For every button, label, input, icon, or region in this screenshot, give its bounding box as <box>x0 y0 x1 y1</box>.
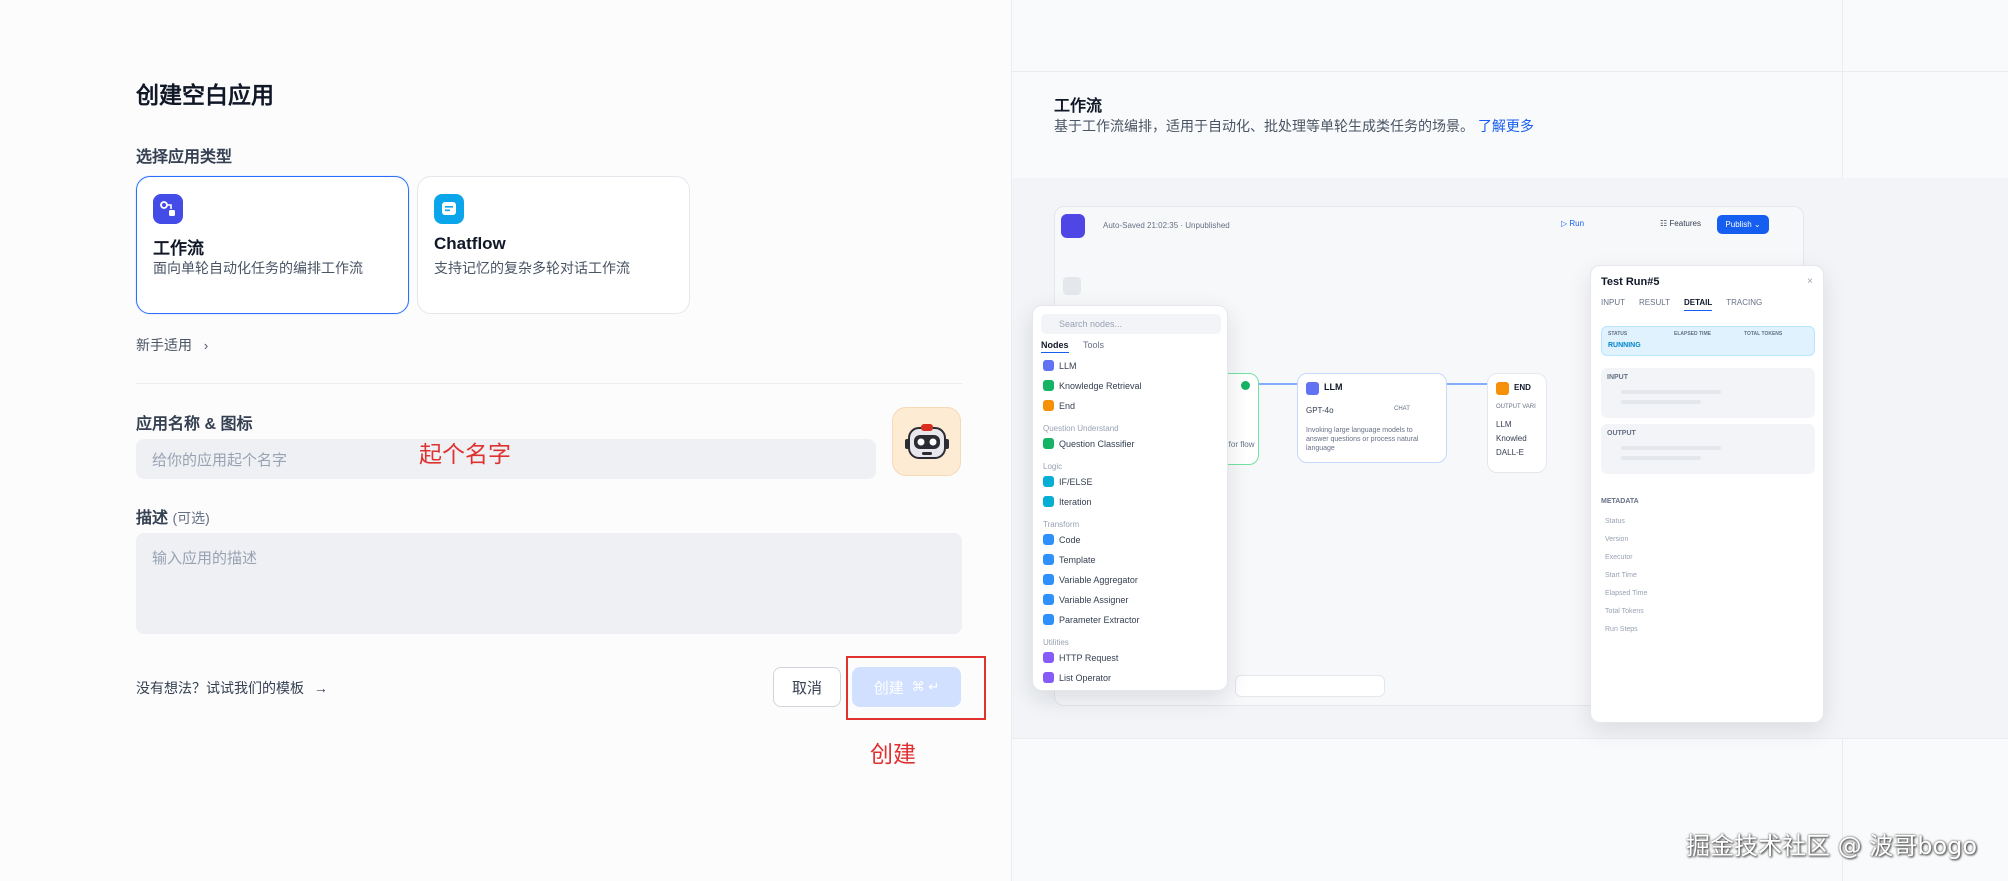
annotation-create-hint: 创建 <box>870 742 916 768</box>
end-node: END OUTPUT VARI LLM Knowled DALL-E <box>1487 373 1547 473</box>
palette-item: Variable Assigner <box>1043 594 1128 605</box>
app-name-label: 应用名称 & 图标 <box>136 416 253 433</box>
close-icon: × <box>1807 276 1813 287</box>
palette-group-label: Logic <box>1043 462 1063 471</box>
edge <box>1447 383 1487 385</box>
workflow-icon <box>153 194 183 224</box>
template-link[interactable]: 没有想法？试试我们的模板 → <box>136 678 328 698</box>
node-type-icon <box>1043 614 1054 625</box>
palette-item: List Operator <box>1043 672 1111 683</box>
palette-item: Template <box>1043 554 1096 565</box>
node-type-icon <box>1043 438 1054 449</box>
edge <box>1259 383 1297 385</box>
chevron-right-icon: › <box>203 338 209 353</box>
description-textarea[interactable]: 输入应用的描述 <box>136 533 962 634</box>
type-card-chatflow[interactable]: Chatflow 支持记忆的复杂多轮对话工作流 <box>417 176 690 314</box>
llm-node: LLM GPT-4o CHAT Invoking large language … <box>1297 373 1447 463</box>
node-type-icon <box>1043 534 1054 545</box>
type-desc: 面向单轮自动化任务的编排工作流 <box>153 260 363 276</box>
node-search-input: Search nodes... <box>1041 314 1221 334</box>
palette-group-label: Question Understand <box>1043 424 1119 433</box>
learn-more-link[interactable]: 了解更多 <box>1478 118 1534 134</box>
node-type-icon <box>1043 594 1054 605</box>
grid-line <box>1012 738 2008 739</box>
palette-group-label: Utilities <box>1043 638 1069 647</box>
beginner-label: 新手适用 <box>136 337 192 353</box>
node-type-icon <box>1043 360 1054 371</box>
node-type-icon <box>1043 400 1054 411</box>
input-block: INPUT <box>1601 368 1815 418</box>
annotation-name-hint: 起个名字 <box>419 442 511 468</box>
palette-item: Question Classifier <box>1043 438 1135 449</box>
palette-item: Knowledge Retrieval <box>1043 380 1142 391</box>
palette-item: IF/ELSE <box>1043 476 1093 487</box>
type-name: Chatflow <box>434 234 506 253</box>
create-app-panel: 创建空白应用 选择应用类型 工作流 面向单轮自动化任务的编排工作流 Chatfl… <box>0 0 1011 881</box>
robot-icon <box>904 423 949 459</box>
beginner-toggle[interactable]: 新手适用 › <box>136 335 208 355</box>
divider <box>136 383 962 384</box>
app-type-label: 选择应用类型 <box>136 149 233 166</box>
node-type-icon <box>1043 574 1054 585</box>
node-type-icon <box>1043 496 1054 507</box>
palette-item: Iteration <box>1043 496 1092 507</box>
cancel-button[interactable]: 取消 <box>773 667 841 707</box>
status-block: STATUS ELAPSED TIME TOTAL TOKENS RUNNING <box>1601 326 1815 356</box>
publish-button: Publish ⌄ <box>1717 215 1769 234</box>
description-placeholder: 输入应用的描述 <box>152 550 258 567</box>
node-type-icon <box>1043 672 1054 683</box>
type-desc: 支持记忆的复杂多轮对话工作流 <box>434 260 630 276</box>
palette-item: Variable Aggregator <box>1043 574 1138 585</box>
watermark: 掘金技术社区 @ 波哥bogo <box>1686 832 1978 860</box>
palette-item: Code <box>1043 534 1081 545</box>
annotation-highlight-box <box>846 656 986 720</box>
app-icon-picker[interactable] <box>892 407 961 476</box>
page-title: 创建空白应用 <box>136 82 274 108</box>
palette-item: End <box>1043 400 1075 411</box>
image-icon <box>1063 277 1081 295</box>
node-palette: Search nodes... Nodes Tools LLM Knowledge… <box>1032 305 1228 691</box>
test-run-panel: Test Run#5 × INPUT RESULT DETAIL TRACING… <box>1590 265 1824 723</box>
grid-line <box>1012 71 2008 72</box>
app-logo-icon <box>1061 214 1085 238</box>
palette-group-label: Transform <box>1043 520 1080 529</box>
chatflow-icon <box>434 194 464 224</box>
run-label: ▷ Run <box>1561 219 1585 228</box>
palette-item: Parameter Extractor <box>1043 614 1140 625</box>
info-desc: 基于工作流编排，适用于自动化、批处理等单轮生成类任务的场景。 了解更多 <box>1054 118 1534 134</box>
palette-item: HTTP Request <box>1043 652 1118 663</box>
palette-tabs: Nodes Tools <box>1041 340 1104 353</box>
node-type-icon <box>1043 380 1054 391</box>
node-type-icon <box>1043 554 1054 565</box>
metadata-label: METADATA <box>1601 498 1639 505</box>
type-name: 工作流 <box>153 239 204 258</box>
output-block: OUTPUT <box>1601 424 1815 474</box>
palette-item: LLM <box>1043 360 1077 371</box>
info-title: 工作流 <box>1054 98 1103 115</box>
app-name-placeholder: 给你的应用起个名字 <box>152 451 288 469</box>
node-type-icon <box>1043 652 1054 663</box>
description-label: 描述 (可选) <box>136 510 210 527</box>
test-run-tabs: INPUT RESULT DETAIL TRACING <box>1601 298 1762 311</box>
node-type-icon <box>1043 476 1054 487</box>
type-card-workflow[interactable]: 工作流 面向单轮自动化任务的编排工作流 <box>136 176 409 314</box>
canvas-toolbar <box>1235 675 1385 697</box>
features-label: ☷ Features <box>1660 219 1701 228</box>
autosave-status: Auto-Saved 21:02:35 · Unpublished <box>1103 221 1230 230</box>
arrow-right-icon: → <box>313 680 328 696</box>
